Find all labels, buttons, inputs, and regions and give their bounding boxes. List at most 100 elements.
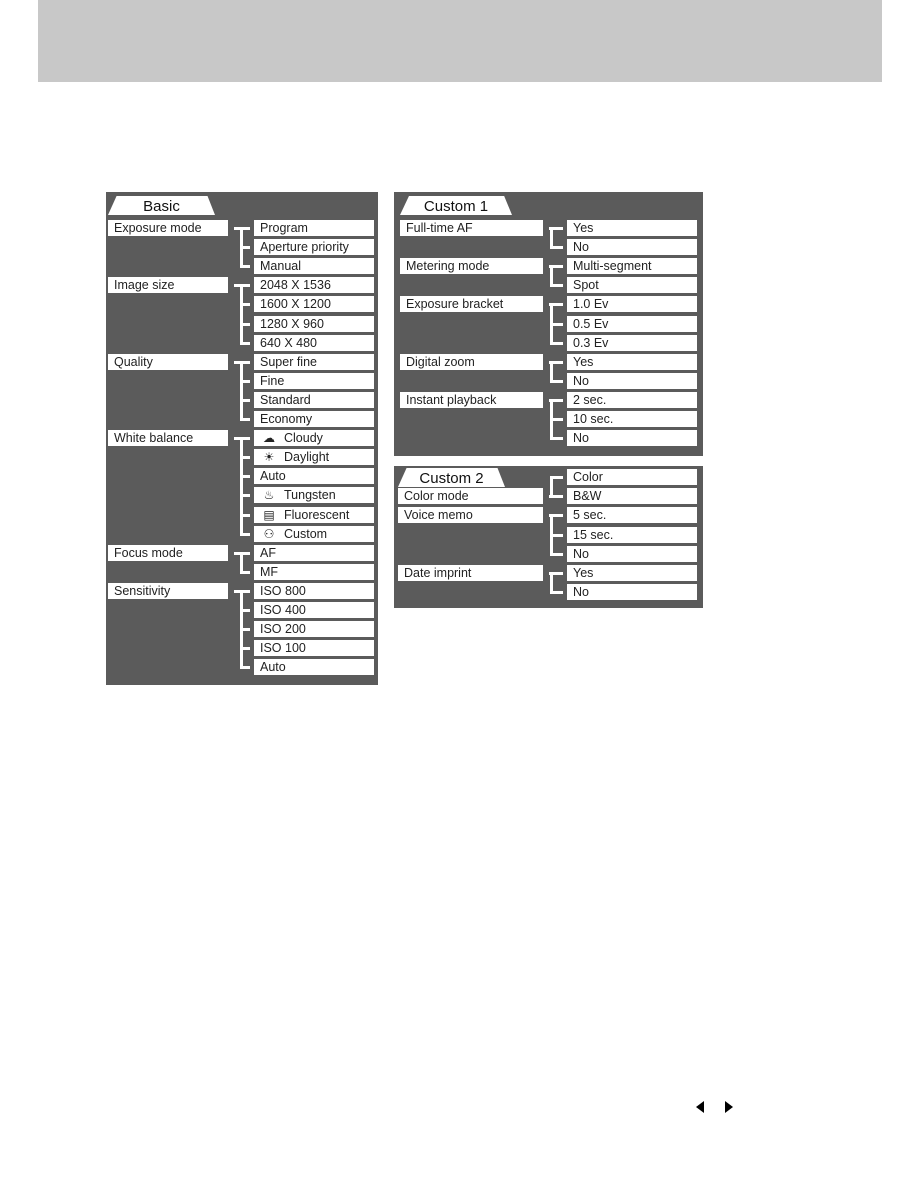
menu-option[interactable]: No: [567, 430, 697, 447]
menu-option[interactable]: Standard: [254, 391, 374, 408]
menu-option[interactable]: Spot: [567, 277, 697, 294]
menu-option[interactable]: 0.3 Ev: [567, 334, 697, 351]
menu-option-text: No: [573, 585, 589, 600]
bracket-vertical: [240, 360, 243, 421]
menu-option[interactable]: 0.5 Ev: [567, 315, 697, 332]
bracket-tick: [550, 322, 563, 326]
menu-item-label[interactable]: Digital zoom: [400, 353, 543, 370]
menu-option[interactable]: 1280 X 960: [254, 315, 374, 332]
menu-option[interactable]: Auto: [254, 659, 374, 676]
menu-option[interactable]: 640 X 480: [254, 334, 374, 351]
bracket-tick: [550, 360, 563, 364]
menu-option[interactable]: Super fine: [254, 353, 374, 370]
menu-item-label[interactable]: Metering mode: [400, 258, 543, 275]
menu-option-text: Spot: [573, 278, 599, 293]
menu-option[interactable]: Program: [254, 220, 374, 236]
menu-option[interactable]: AF: [254, 544, 374, 561]
bracket-tick: [240, 418, 250, 421]
menu-option[interactable]: ISO 800: [254, 582, 374, 599]
menu-option-text: Color: [573, 470, 603, 484]
menu-option-text: 15 sec.: [573, 527, 614, 542]
menu-option[interactable]: Yes: [567, 220, 697, 236]
menu-option[interactable]: Yes: [567, 565, 697, 581]
menu-option[interactable]: Color: [567, 469, 697, 485]
bracket-tick: [240, 322, 250, 326]
menu-option[interactable]: 2048 X 1536: [254, 277, 374, 294]
menu-option[interactable]: No: [567, 584, 697, 601]
menu-item-label[interactable]: Exposure bracket: [400, 296, 543, 313]
menu-option[interactable]: ☁ Cloudy: [254, 430, 374, 447]
menu-option-text: 1600 X 1200: [260, 297, 331, 312]
menu-item-label[interactable]: Sensitivity: [108, 582, 228, 599]
bracket-tick: [240, 513, 250, 517]
menu-item-label[interactable]: Date imprint: [398, 565, 543, 581]
bracket-tick: [240, 589, 250, 593]
menu-option[interactable]: No: [567, 372, 697, 389]
menu-option[interactable]: Aperture priority: [254, 239, 374, 256]
menu-option[interactable]: ▤ Fluorescent: [254, 506, 374, 523]
menu-option[interactable]: 10 sec.: [567, 411, 697, 427]
bracket-tick: [550, 398, 563, 402]
menu-option[interactable]: Fine: [254, 372, 374, 389]
menu-item-label[interactable]: White balance: [108, 430, 228, 447]
menu-option[interactable]: ☀ Daylight: [254, 449, 374, 466]
menu-option[interactable]: Economy: [254, 411, 374, 427]
menu-item-label[interactable]: Full-time AF: [400, 220, 543, 236]
menu-option-text: 2048 X 1536: [260, 278, 331, 293]
menu-option[interactable]: No: [567, 239, 697, 256]
bracket-tick: [240, 494, 250, 498]
menu-option[interactable]: Yes: [567, 353, 697, 370]
menu-item-label[interactable]: Voice memo: [398, 507, 543, 524]
menu-option-text: Yes: [573, 566, 594, 580]
menu-option[interactable]: 5 sec.: [567, 507, 697, 524]
bracket-tick: [240, 265, 250, 269]
bracket-tick: [240, 246, 250, 250]
menu-option[interactable]: Manual: [254, 258, 374, 275]
menu-option[interactable]: 1600 X 1200: [254, 296, 374, 313]
menu-item-label[interactable]: Focus mode: [108, 544, 228, 561]
menu-panel-custom1: Custom 1 Full-time AF Yes No Metering mode Mu…: [394, 192, 703, 456]
bracket-tick: [550, 552, 563, 556]
menu-item-label[interactable]: Quality: [108, 353, 228, 370]
menu-option[interactable]: B&W: [567, 488, 697, 505]
menu-option[interactable]: 1.0 Ev: [567, 296, 697, 313]
menu-option[interactable]: ⚇ Custom: [254, 525, 374, 542]
menu-option-text: AF: [260, 545, 276, 560]
menu-option[interactable]: 2 sec.: [567, 391, 697, 408]
menu-option[interactable]: No: [567, 545, 697, 562]
menu-option[interactable]: Multi-segment: [567, 258, 697, 275]
menu-option-text: Daylight: [284, 450, 330, 465]
page-header-bar: [38, 0, 882, 82]
menu-option-text: Standard: [260, 392, 311, 407]
menu-option-text: Economy: [260, 412, 313, 426]
menu-item-label[interactable]: Color mode: [398, 488, 543, 505]
bracket-tick: [550, 227, 563, 230]
bracket-tick: [240, 398, 250, 402]
bracket-tick: [240, 303, 250, 307]
menu-option[interactable]: ISO 100: [254, 640, 374, 657]
menu-option-text: B&W: [573, 489, 602, 504]
menu-option[interactable]: ISO 200: [254, 621, 374, 638]
menu-panel-basic: Basic Exposure mode Program Aperture priori…: [106, 192, 378, 685]
custom-wb-icon: ⚇: [263, 526, 275, 541]
bracket-tick: [550, 341, 563, 345]
bracket-tick: [240, 628, 250, 632]
bracket-tick: [240, 437, 250, 441]
menu-option-text: No: [573, 373, 589, 388]
menu-option[interactable]: ISO 400: [254, 602, 374, 618]
bracket-tick: [550, 379, 563, 383]
menu-option[interactable]: Auto: [254, 468, 374, 485]
menu-option-text: No: [573, 431, 589, 446]
menu-item-label[interactable]: Instant playback: [400, 391, 543, 408]
previous-page-icon[interactable]: [696, 1101, 704, 1113]
menu-item-label[interactable]: Exposure mode: [108, 220, 228, 236]
next-page-icon[interactable]: [725, 1101, 733, 1113]
bracket-vertical: [240, 437, 243, 536]
menu-option[interactable]: ♨ Tungsten: [254, 487, 374, 504]
menu-option[interactable]: 15 sec.: [567, 526, 697, 543]
menu-option[interactable]: MF: [254, 563, 374, 580]
bracket-tick: [240, 227, 250, 230]
sun-icon: ☀: [263, 450, 275, 465]
menu-item-label[interactable]: Image size: [108, 277, 228, 294]
menu-option-text: Yes: [573, 354, 594, 369]
